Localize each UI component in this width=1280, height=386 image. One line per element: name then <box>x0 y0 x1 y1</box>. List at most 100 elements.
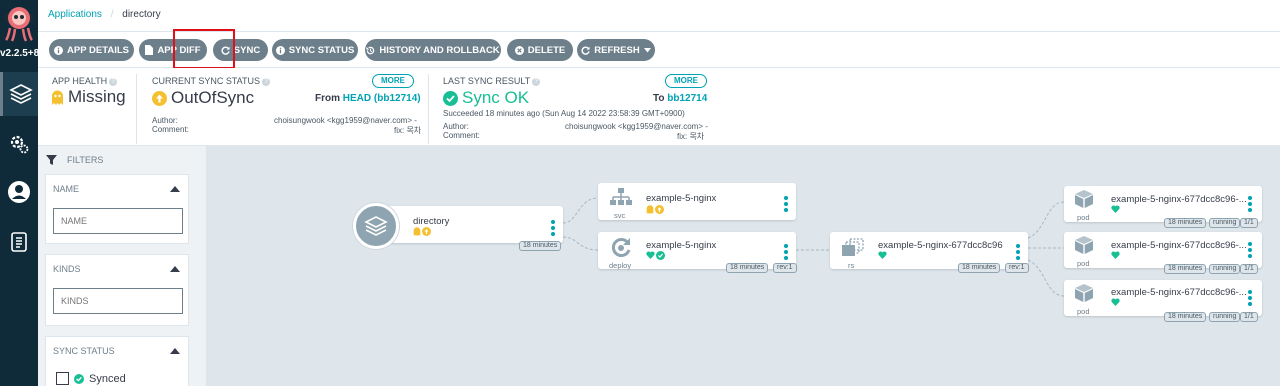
last-sync-to-ref-link[interactable]: bb12714 <box>667 93 707 104</box>
sync-from-ref-link[interactable]: HEAD (bb12714) <box>343 93 421 104</box>
pod-ready-tag: 1/1 <box>1240 312 1258 322</box>
filter-icon <box>46 155 57 165</box>
collapse-caret-icon[interactable] <box>170 348 180 354</box>
ghost-icon <box>413 227 421 236</box>
pod-node-icon <box>1072 188 1096 210</box>
top-bar: Applications / directory <box>38 0 1280 32</box>
sync-button-highlight <box>173 29 235 69</box>
deploy-node-name: example-5-nginx <box>646 240 717 251</box>
ghost-icon <box>52 90 63 105</box>
ghost-icon <box>646 205 654 214</box>
collapse-caret-icon[interactable] <box>170 186 180 192</box>
kinds-filter-input[interactable] <box>53 288 183 314</box>
pod-age-tag: 18 minutes <box>1164 218 1207 228</box>
pod-node-menu-icon[interactable] <box>1248 242 1252 260</box>
pod-node-status <box>1111 205 1120 213</box>
refresh-label: REFRESH <box>594 44 640 56</box>
app-age-tag: 18 minutes <box>519 241 562 251</box>
last-sync-text: Sync OK <box>462 88 530 107</box>
arrow-up-circle-icon <box>655 205 664 214</box>
sync-status-more-button[interactable]: MORE <box>372 74 414 88</box>
sync-status-label: SYNC STATUS <box>288 44 355 56</box>
svc-node-kind: svc <box>614 211 626 220</box>
help-icon[interactable]: ? <box>262 77 271 86</box>
pod-node-menu-icon[interactable] <box>1248 290 1252 308</box>
deploy-node-icon <box>606 236 636 260</box>
layers-icon <box>364 216 388 236</box>
network-icon <box>610 188 632 205</box>
edge-app-deploy <box>562 236 599 251</box>
deploy-node-menu-icon[interactable] <box>784 244 788 262</box>
last-sync-heading-label: LAST SYNC RESULT <box>443 76 531 86</box>
pod-node-menu-icon[interactable] <box>1248 196 1252 214</box>
user-icon <box>8 181 30 203</box>
help-icon[interactable]: ? <box>109 77 118 86</box>
history-rollback-button[interactable]: HISTORY AND ROLLBACK <box>365 39 501 61</box>
app-node[interactable]: 18 minutes <box>376 206 563 251</box>
history-icon <box>366 46 375 54</box>
heart-icon <box>646 251 655 259</box>
refresh-button[interactable]: REFRESH <box>577 39 655 61</box>
app-health-heading: APP HEALTH? <box>52 76 118 86</box>
deploy-node-status <box>646 251 665 260</box>
last-sync-heading: LAST SYNC RESULT? <box>443 76 541 86</box>
sync-status-value: OutOfSync <box>152 88 254 108</box>
version-label: v2.2.5+8 <box>0 48 38 59</box>
pod-node-status <box>1111 251 1120 259</box>
check-circle-icon <box>656 251 665 260</box>
sync-status-button[interactable]: SYNC STATUS <box>272 39 358 61</box>
app-details-button[interactable]: APP DETAILS <box>49 39 134 61</box>
help-icon[interactable]: ? <box>532 77 541 86</box>
pod-age-tag: 18 minutes <box>1164 312 1207 322</box>
cube-icon <box>1075 190 1093 208</box>
filters-panel: FILTERS NAME KINDS SYNC STATUS Synced <box>38 146 206 386</box>
svc-node-menu-icon[interactable] <box>784 196 788 214</box>
synced-filter-option[interactable]: Synced <box>56 372 126 385</box>
breadcrumb-applications-link[interactable]: Applications <box>48 9 102 20</box>
sync-author-label: Author: <box>152 116 178 125</box>
app-node-icon <box>353 203 399 249</box>
check-circle-icon <box>443 90 458 106</box>
rs-node-icon <box>838 236 868 260</box>
sync-label: SYNC <box>233 44 261 56</box>
heart-icon <box>1111 251 1120 259</box>
last-sync-more-button[interactable]: MORE <box>665 74 707 88</box>
app-node-name: directory <box>413 216 450 227</box>
rs-node-name: example-5-nginx-677dcc8c96 <box>878 240 1003 251</box>
kinds-filter-card: KINDS <box>45 254 189 326</box>
last-sync-to: To bb12714 <box>653 93 707 104</box>
file-icon <box>145 45 154 55</box>
name-filter-input[interactable] <box>53 208 183 234</box>
settings-icon <box>10 135 29 154</box>
pod-node-kind: pod <box>1077 259 1090 268</box>
nav-applications[interactable] <box>0 72 38 116</box>
nav-settings[interactable] <box>0 122 38 166</box>
collapse-caret-icon[interactable] <box>170 266 180 272</box>
nav-user-info[interactable] <box>0 170 38 214</box>
rs-node-menu-icon[interactable] <box>1016 244 1020 262</box>
sync-author-value: choisungwook <kgg1959@naver.com> - <box>274 116 417 125</box>
nav-documentation[interactable] <box>0 220 38 264</box>
heart-icon <box>1111 205 1120 213</box>
sync-from-prefix: From <box>315 93 340 104</box>
delete-button[interactable]: DELETE <box>507 39 573 61</box>
app-node-status <box>413 227 431 236</box>
sync-status-filter-card: SYNC STATUS Synced <box>45 336 189 386</box>
svc-node-name: example-5-nginx <box>646 193 717 204</box>
sync-from: From HEAD (bb12714) <box>315 93 421 104</box>
rs-node-status <box>878 251 887 259</box>
rs-node-kind: rs <box>848 261 855 270</box>
deploy-rev-tag: rev:1 <box>773 263 797 273</box>
arrow-up-circle-icon <box>152 90 167 106</box>
last-sync-to-prefix: To <box>653 93 665 104</box>
argo-logo-icon[interactable] <box>2 4 36 42</box>
edge-app-svc <box>562 197 599 224</box>
name-filter-title: NAME <box>53 184 80 194</box>
pod-node-name: example-5-nginx-677dcc8c96-... <box>1111 287 1247 298</box>
breadcrumb-separator: / <box>110 9 114 20</box>
app-node-menu-icon[interactable] <box>551 220 555 238</box>
app-details-label: APP DETAILS <box>67 44 129 56</box>
sync-status-heading-label: CURRENT SYNC STATUS <box>152 76 261 86</box>
caret-down-icon[interactable] <box>643 47 651 53</box>
synced-checkbox[interactable] <box>56 372 69 385</box>
